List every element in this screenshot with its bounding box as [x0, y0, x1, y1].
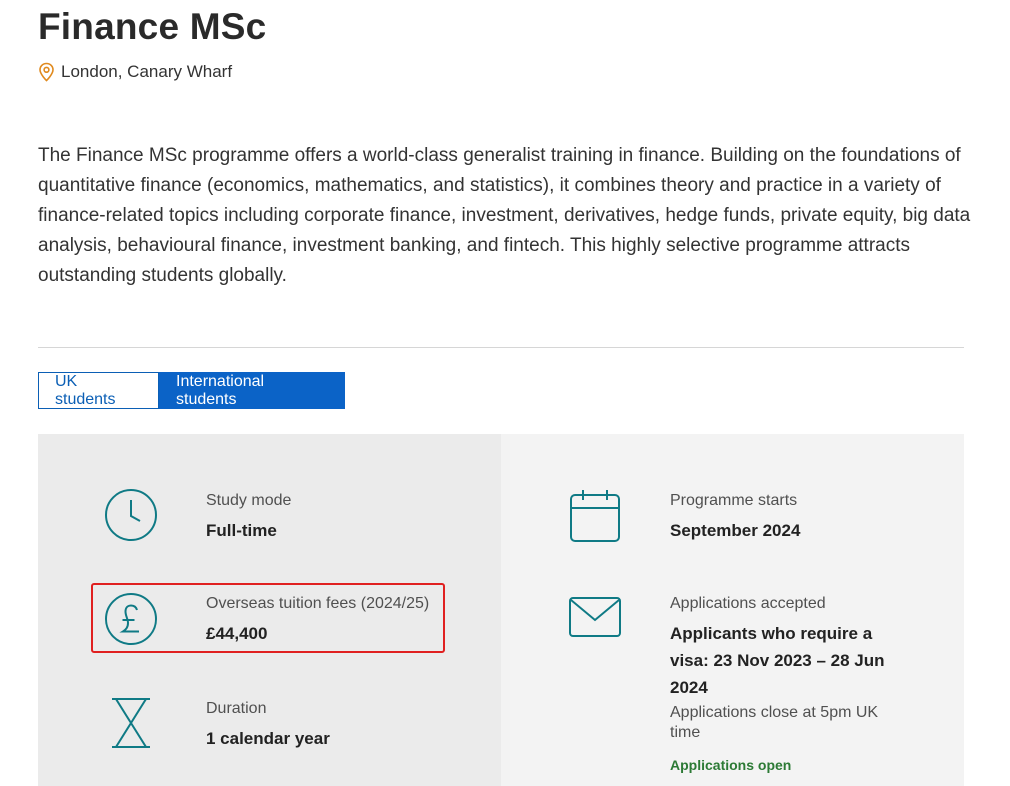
location-pin-icon [39, 62, 54, 82]
student-type-tabs: UK students International students [38, 372, 345, 409]
page-title: Finance MSc [38, 6, 267, 47]
duration: Duration 1 calendar year [206, 699, 466, 752]
clock-icon [105, 489, 157, 541]
location: London, Canary Wharf [38, 62, 232, 82]
study-mode-label: Study mode [206, 492, 292, 509]
tab-international-students[interactable]: International students [159, 372, 345, 409]
hourglass-icon [112, 698, 150, 748]
envelope-icon [569, 597, 621, 637]
applications-note: Applications close at 5pm UK time [670, 704, 879, 741]
programme-starts-label: Programme starts [670, 492, 798, 509]
duration-value: 1 calendar year [206, 729, 330, 748]
tab-uk-students[interactable]: UK students [38, 372, 159, 409]
tuition-highlight-box [91, 583, 445, 653]
applications-status-badge: Applications open [670, 757, 792, 773]
programme-starts: Programme starts September 2024 [670, 491, 930, 544]
applications-label: Applications accepted [670, 595, 826, 612]
study-mode: Study mode Full-time [206, 491, 466, 544]
location-text: London, Canary Wharf [61, 62, 233, 81]
programme-description: The Finance MSc programme offers a world… [38, 145, 971, 286]
applications-value: Applicants who require a visa: 23 Nov 20… [670, 624, 885, 697]
calendar-icon [570, 490, 620, 542]
programme-starts-value: September 2024 [670, 521, 801, 540]
applications-accepted: Applications accepted Applicants who req… [670, 594, 905, 773]
divider [38, 347, 964, 348]
duration-label: Duration [206, 700, 267, 717]
study-mode-value: Full-time [206, 521, 277, 540]
